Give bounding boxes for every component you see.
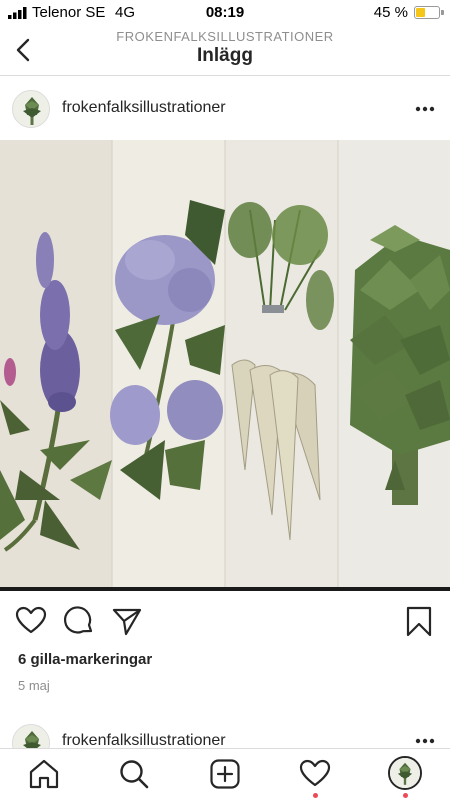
artichoke-avatar-icon	[13, 91, 49, 127]
activity-icon[interactable]	[298, 757, 332, 791]
new-post-icon[interactable]	[208, 757, 242, 791]
image-bottom-border	[0, 587, 450, 591]
comment-icon[interactable]	[62, 604, 96, 638]
activity-notification-dot	[313, 793, 318, 798]
profile-notification-dot	[403, 793, 408, 798]
search-icon[interactable]	[117, 757, 151, 791]
profile-avatar[interactable]	[388, 756, 422, 790]
next-post-header: frokenfalksillustrationer	[0, 718, 450, 748]
battery-tip	[441, 10, 444, 15]
artichoke-avatar-icon	[13, 725, 49, 748]
post-image[interactable]	[0, 140, 450, 588]
battery-icon	[414, 6, 440, 19]
action-bar	[0, 600, 450, 642]
tab-bar	[0, 748, 450, 800]
artichoke-avatar-icon	[390, 758, 420, 788]
botanical-illustrations	[0, 140, 450, 588]
heart-icon[interactable]	[14, 604, 48, 638]
battery-percentage: 45 %	[373, 4, 408, 21]
bookmark-icon[interactable]	[402, 604, 436, 638]
send-icon[interactable]	[110, 604, 144, 638]
account-name: FROKENFALKSILLUSTRATIONER	[116, 29, 334, 44]
post-username[interactable]: frokenfalksillustrationer	[62, 99, 226, 117]
post-header: frokenfalksillustrationer	[0, 78, 450, 140]
home-icon[interactable]	[27, 757, 61, 791]
likes-count[interactable]: 6 gilla-markeringar	[18, 651, 152, 668]
nav-header: FROKENFALKSILLUSTRATIONER Inlägg	[0, 26, 450, 76]
page-title: Inlägg	[197, 45, 253, 66]
avatar[interactable]	[12, 724, 50, 748]
avatar[interactable]	[12, 90, 50, 128]
ellipsis-icon[interactable]	[410, 726, 440, 748]
battery-level	[416, 8, 425, 17]
ellipsis-icon[interactable]	[410, 94, 440, 124]
status-bar: Telenor SE 4G 08:19 45 %	[0, 0, 450, 26]
post-date: 5 maj	[18, 678, 50, 693]
next-post-username[interactable]: frokenfalksillustrationer	[62, 732, 226, 748]
